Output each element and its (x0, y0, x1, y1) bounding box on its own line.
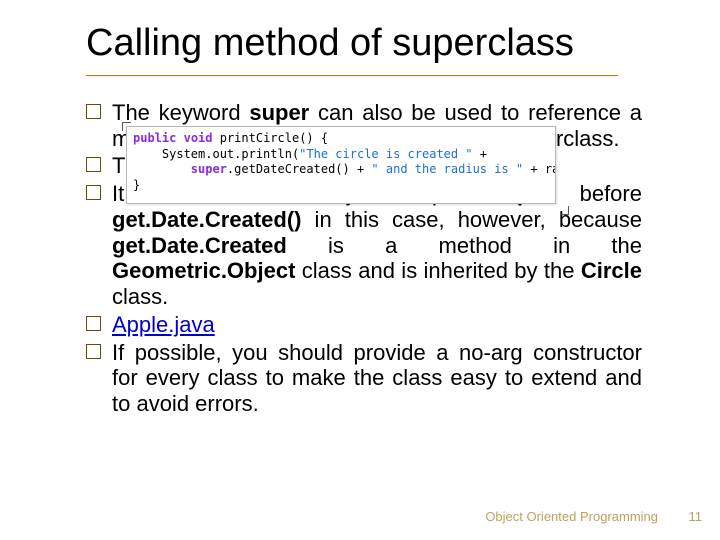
text-run-bold: get.Date.Created (112, 233, 287, 258)
snip-corner-icon (560, 206, 569, 215)
code-keyword: void (184, 131, 213, 145)
bullet-5: If possible, you should provide a no-arg… (86, 340, 642, 417)
footer-text: Object Oriented Programming (485, 509, 658, 524)
bullet-box-icon (86, 157, 101, 172)
slide-title: Calling method of superclass (86, 22, 574, 65)
text-run: in this case, however, because (301, 207, 642, 232)
text-run-bold: Circle (581, 258, 642, 283)
text-run: class and is inherited by the (295, 258, 580, 283)
code-text: System.out.println( (133, 147, 299, 161)
code-text: } (133, 178, 140, 192)
code-text: + radius); (523, 162, 556, 176)
bullet-box-icon (86, 185, 101, 200)
apple-java-link[interactable]: Apple.java (112, 312, 215, 337)
bullet-box-icon (86, 316, 101, 331)
bullet-4: Apple.java (86, 312, 642, 338)
text-run-bold: super (249, 100, 309, 125)
code-text: + (473, 147, 487, 161)
text-run: If possible, you should provide a no-arg… (112, 340, 642, 416)
text-run-bold: Geometric.Object (112, 258, 295, 283)
text-run: is a method in the (287, 233, 642, 258)
code-keyword: public (133, 131, 176, 145)
code-string: " and the radius is " (371, 162, 523, 176)
code-text: .getDateCreated() + (227, 162, 372, 176)
page-number: 11 (689, 509, 703, 524)
code-keyword: super (191, 162, 227, 176)
bullet-box-icon (86, 344, 101, 359)
code-string: "The circle is created " (299, 147, 472, 161)
text-run: before (551, 181, 642, 206)
title-underline (86, 75, 618, 76)
code-text: printCircle() { (213, 131, 329, 145)
code-text (133, 162, 191, 176)
text-run: class. (112, 284, 168, 309)
bullet-box-icon (86, 104, 101, 119)
text-run: The keyword (112, 100, 249, 125)
code-screenshot: public void printCircle() { System.out.p… (126, 126, 556, 204)
text-run-bold: get.Date.Created() (112, 207, 301, 232)
